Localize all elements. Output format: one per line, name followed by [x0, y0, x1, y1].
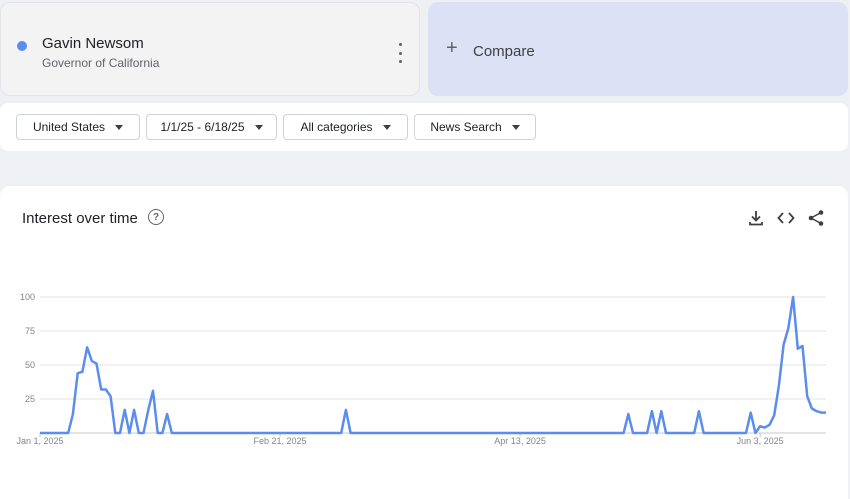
- y-tick-label: 75: [25, 326, 35, 336]
- series-color-dot: [17, 41, 27, 51]
- date-range-filter[interactable]: 1/1/25 - 6/18/25: [146, 114, 277, 140]
- caret-down-icon: [511, 124, 520, 130]
- download-icon[interactable]: [746, 208, 766, 228]
- add-icon: +: [446, 37, 458, 59]
- more-vert-icon[interactable]: [394, 43, 406, 63]
- interest-over-time-panel: Interest over time ? 25 50 75 100 Jan 1, 202…: [0, 186, 848, 499]
- category-filter-label: All categories: [300, 120, 373, 134]
- compare-button[interactable]: + Compare: [428, 2, 848, 96]
- caret-down-icon: [115, 124, 124, 130]
- x-tick-label: Jun 3, 2025: [737, 436, 784, 446]
- filter-bar: United States 1/1/25 - 6/18/25 All categ…: [0, 103, 848, 151]
- help-icon[interactable]: ?: [148, 209, 164, 225]
- caret-down-icon: [382, 124, 391, 130]
- x-tick-label: Apr 13, 2025: [494, 436, 546, 446]
- search-type-filter-label: News Search: [430, 120, 502, 134]
- caret-down-icon: [254, 124, 263, 130]
- region-filter-label: United States: [32, 120, 106, 134]
- x-tick-label: Jan 1, 2025: [16, 436, 63, 446]
- date-range-filter-label: 1/1/25 - 6/18/25: [160, 120, 245, 134]
- region-filter[interactable]: United States: [16, 114, 140, 140]
- share-icon[interactable]: [806, 208, 826, 228]
- y-tick-label: 25: [25, 394, 35, 404]
- y-tick-label: 50: [25, 360, 35, 370]
- x-tick-label: Feb 21, 2025: [254, 436, 307, 446]
- category-filter[interactable]: All categories: [283, 114, 408, 140]
- y-tick-label: 100: [20, 292, 35, 302]
- panel-title: Interest over time: [22, 210, 138, 227]
- embed-code-icon[interactable]: [776, 208, 796, 228]
- compare-label: Compare: [473, 43, 535, 60]
- search-term-subtitle: Governor of California: [42, 56, 160, 70]
- search-term-card: Gavin Newsom Governor of California: [0, 2, 420, 96]
- search-term-name: Gavin Newsom: [42, 35, 144, 52]
- series-line: [40, 295, 826, 435]
- interest-line-chart: 25 50 75 100 Jan 1, 2025 Feb 21, 2025 Apr 13, …: [16, 292, 826, 446]
- search-type-filter[interactable]: News Search: [414, 114, 536, 140]
